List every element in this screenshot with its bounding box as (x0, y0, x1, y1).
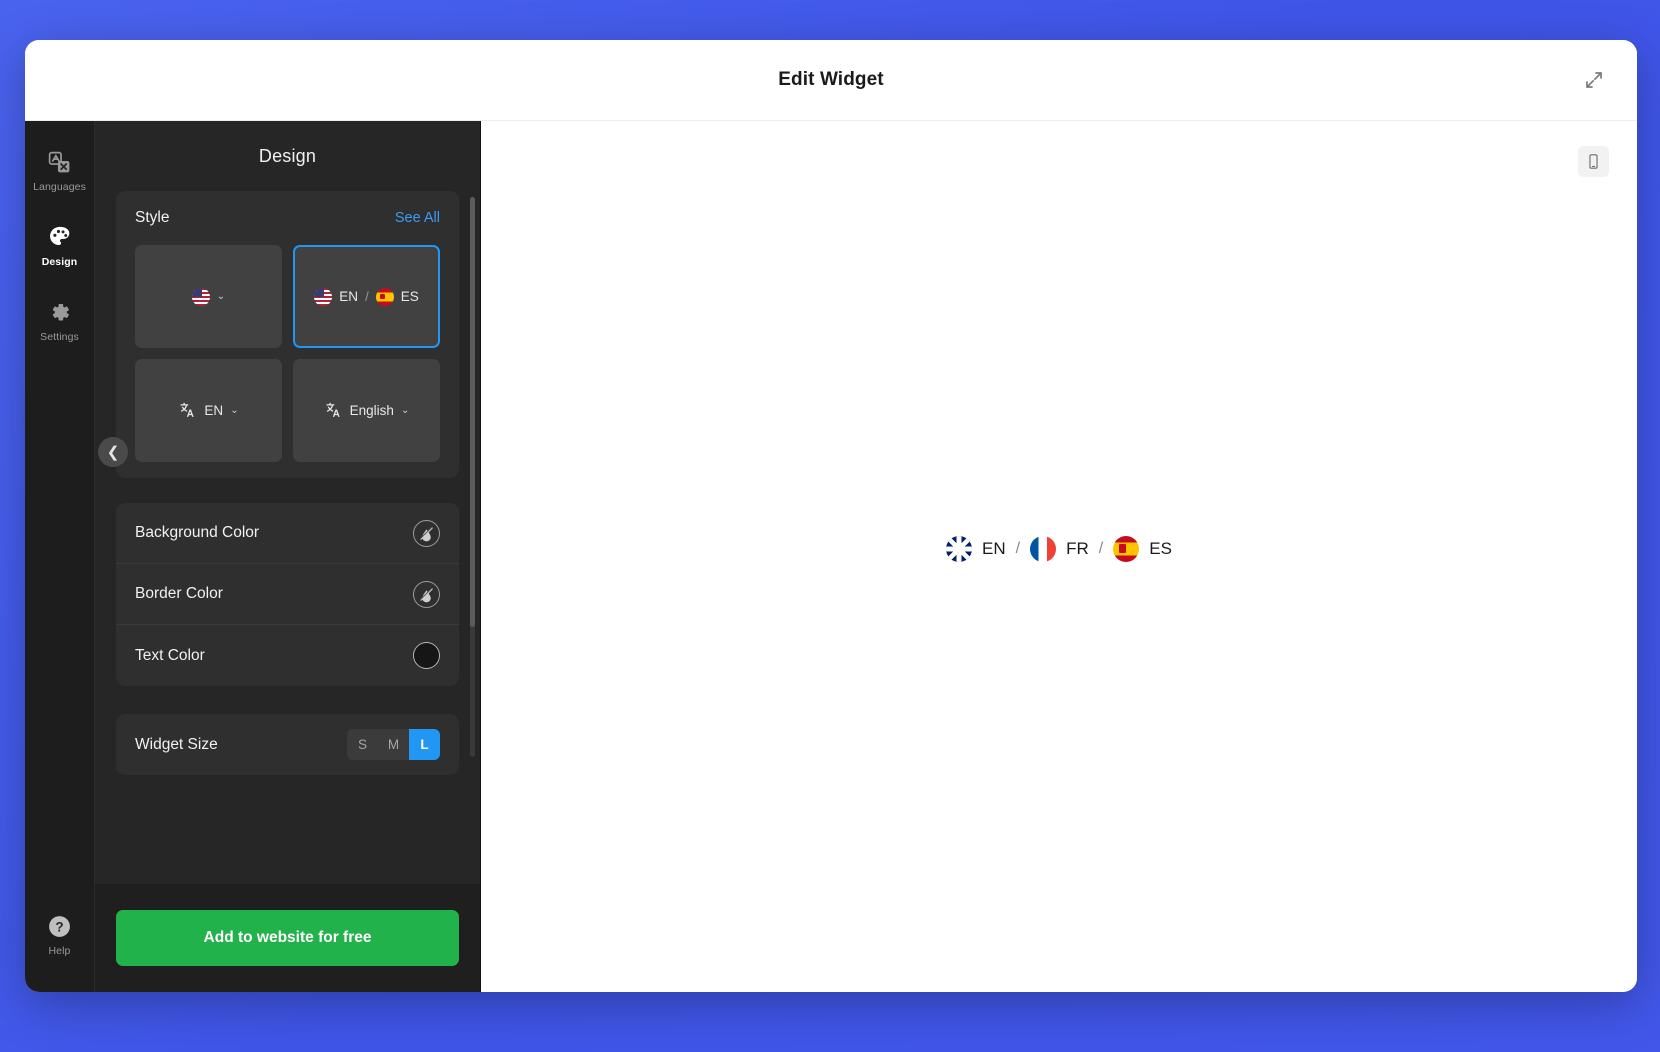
no-color-slash-icon[interactable] (413, 519, 440, 547)
flag-us-icon (314, 287, 333, 306)
widget-size-segmented-control: S M L (347, 729, 440, 760)
scrollbar-thumb[interactable] (470, 197, 475, 627)
edit-widget-modal: Edit Widget Languages Design Settings ? … (25, 40, 1637, 992)
chevron-left-icon[interactable]: ❮ (98, 437, 128, 467)
size-option-l[interactable]: L (409, 729, 440, 760)
no-color-slash-icon[interactable] (413, 580, 440, 608)
style-card-label: EN (204, 403, 224, 418)
panel-scroll-area: ❮ ❯ Style See All ⌄ (95, 191, 480, 884)
row-label: Text Color (135, 646, 205, 664)
widget-lang-es[interactable]: ES (1149, 539, 1172, 559)
style-card-translate-name[interactable]: English ⌄ (293, 359, 440, 462)
translate-icon (178, 401, 197, 420)
panel-footer: Add to website for free (95, 884, 480, 992)
mobile-device-icon[interactable] (1578, 146, 1609, 177)
color-options-group: Background Color Border Color Text Color (116, 503, 459, 686)
sidebar-item-label: Languages (33, 181, 86, 193)
question-circle-icon: ? (46, 912, 74, 940)
nav-rail: Languages Design Settings ? Help (25, 121, 95, 992)
flag-us-icon (191, 287, 210, 306)
flag-es-icon (375, 287, 394, 306)
widget-preview-area: EN / FR / ES (481, 121, 1637, 992)
style-card-translate-code[interactable]: EN ⌄ (135, 359, 282, 462)
row-label: Background Color (135, 524, 260, 541)
sidebar-item-help[interactable]: ? Help (25, 903, 95, 964)
flag-fr-icon (1030, 535, 1057, 562)
size-option-m[interactable]: M (378, 729, 409, 760)
row-label: Border Color (135, 585, 223, 602)
page-title: Edit Widget (778, 69, 884, 90)
sidebar-item-design[interactable]: Design (25, 214, 95, 275)
chevron-down-icon: ⌄ (230, 405, 239, 416)
panel-header: Design (95, 121, 480, 191)
panel-title: Design (258, 145, 317, 166)
sidebar-item-label: Design (41, 256, 78, 268)
design-panel: Design ❮ ❯ Style See All (95, 121, 481, 992)
sidebar-item-settings[interactable]: Settings (25, 289, 95, 350)
row-text-color[interactable]: Text Color (116, 625, 459, 686)
widget-lang-fr[interactable]: FR (1066, 539, 1089, 559)
translate-languages-icon (46, 148, 74, 176)
row-label: Widget Size (135, 735, 218, 753)
style-card-label: English (349, 403, 394, 418)
widget-separator: / (1015, 539, 1021, 557)
style-section: Style See All ⌄ EN / ES EN ⌄ English ⌄ (116, 191, 459, 478)
style-card-label-en: EN (339, 289, 359, 304)
modal-body: Languages Design Settings ? Help Design … (25, 121, 1637, 992)
row-background-color[interactable]: Background Color (116, 503, 459, 564)
see-all-link[interactable]: See All (395, 210, 440, 226)
widget-separator: / (1098, 539, 1104, 557)
style-card-flag-pair[interactable]: EN / ES (293, 245, 440, 348)
chevron-down-icon: ⌄ (400, 405, 410, 416)
style-card-grid: ⌄ EN / ES EN ⌄ English ⌄ (135, 245, 440, 462)
widget-size-group: Widget Size S M L (116, 714, 459, 775)
expand-diagonal-icon[interactable] (1577, 63, 1611, 97)
row-border-color[interactable]: Border Color (116, 564, 459, 625)
modal-header: Edit Widget (25, 40, 1637, 121)
widget-lang-en[interactable]: EN (982, 539, 1006, 559)
style-section-label: Style (135, 209, 170, 226)
style-card-separator: / (365, 289, 369, 304)
style-card-label-es: ES (400, 289, 419, 304)
sidebar-item-label: Settings (40, 331, 79, 343)
language-switcher-widget: EN / FR / ES (946, 535, 1172, 562)
style-card-flag-dropdown[interactable]: ⌄ (135, 245, 282, 348)
sidebar-item-languages[interactable]: Languages (25, 139, 95, 200)
flag-es-icon (1113, 535, 1140, 562)
sidebar-item-label: Help (48, 945, 71, 957)
style-section-header: Style See All (135, 209, 440, 227)
svg-text:?: ? (55, 919, 63, 934)
add-to-website-button[interactable]: Add to website for free (116, 910, 459, 966)
palette-icon (46, 223, 74, 251)
chevron-down-icon: ⌄ (216, 291, 226, 302)
translate-icon (324, 401, 343, 420)
size-option-s[interactable]: S (347, 729, 378, 760)
gear-icon (46, 298, 74, 326)
color-circle-icon[interactable] (413, 642, 440, 669)
row-widget-size: Widget Size S M L (116, 714, 459, 775)
flag-gb-icon (946, 535, 973, 562)
